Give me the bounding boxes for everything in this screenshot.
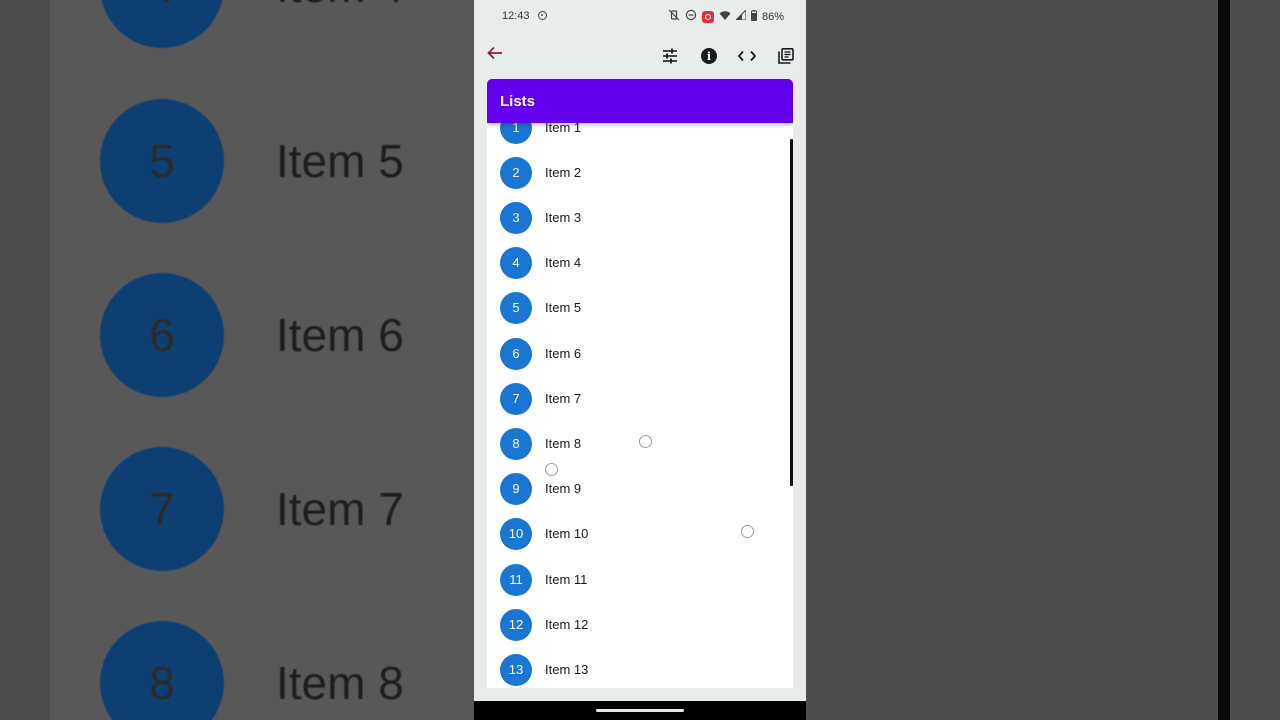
- info-button[interactable]: i: [698, 45, 720, 67]
- item-number-avatar: 10: [500, 517, 532, 550]
- code-button[interactable]: [736, 45, 758, 67]
- list-item[interactable]: 7 Item 7: [487, 376, 793, 421]
- bg-row: 6 Item 6: [100, 273, 404, 397]
- item-number-avatar: 13: [500, 653, 532, 686]
- list-item[interactable]: 2 Item 2: [487, 150, 793, 195]
- touch-indicator-icon: [545, 463, 558, 476]
- item-label: Item 6: [545, 346, 582, 361]
- list-header-title: Lists: [487, 79, 793, 123]
- item-label: Item 13: [545, 662, 589, 677]
- signal-icon: [734, 8, 747, 23]
- code-icon: [738, 50, 756, 62]
- vibrate-off-icon: [668, 9, 680, 24]
- info-icon: i: [701, 48, 717, 64]
- status-icons: 86%: [668, 8, 784, 24]
- bg-row: 5 Item 5: [100, 99, 404, 223]
- item-number-avatar: 6: [500, 337, 532, 370]
- wifi-icon: [719, 10, 731, 24]
- bg-label: Item 7: [276, 483, 404, 535]
- bg-avatar: 8: [100, 621, 224, 720]
- bg-avatar: 7: [100, 447, 224, 571]
- status-bar: 12:43 86%: [474, 0, 806, 33]
- bg-avatar: 5: [100, 99, 224, 223]
- zoomed-background: 4 Item 4 5 Item 5 6 Item 6 7 Item 7 8 It…: [50, 0, 474, 720]
- back-button[interactable]: [486, 44, 508, 66]
- navigation-bar: [474, 701, 806, 720]
- item-label: Item 4: [545, 255, 582, 270]
- item-number-avatar: 9: [500, 472, 532, 505]
- bg-row: 8 Item 8: [100, 621, 404, 720]
- touch-indicator-icon: [741, 525, 754, 538]
- item-label: Item 10: [545, 526, 589, 541]
- item-number-avatar: 12: [500, 608, 532, 641]
- item-label: Item 9: [545, 481, 582, 496]
- battery-percent: 86%: [761, 10, 784, 23]
- arrow-left-icon: [487, 46, 502, 60]
- background-edge: [1218, 0, 1230, 720]
- screen-record-icon: [701, 10, 714, 23]
- list-item[interactable]: 4 Item 4: [487, 240, 793, 285]
- item-label: Item 3: [545, 210, 582, 225]
- item-label: Item 8: [545, 436, 582, 451]
- bg-label: Item 5: [276, 135, 404, 187]
- bg-avatar: 4: [100, 0, 224, 48]
- list-item[interactable]: 9 Item 9: [487, 466, 793, 511]
- status-time: 12:43: [502, 10, 530, 22]
- item-number-avatar: 7: [500, 382, 532, 415]
- item-label: Item 12: [545, 617, 589, 632]
- list-item[interactable]: 3 Item 3: [487, 195, 793, 240]
- bg-row: 7 Item 7: [100, 447, 404, 571]
- item-number-avatar: 5: [500, 291, 532, 324]
- item-label: Item 11: [545, 572, 588, 587]
- bg-label: Item 4: [276, 0, 404, 13]
- list-item[interactable]: 6 Item 6: [487, 331, 793, 376]
- tune-button[interactable]: [659, 45, 681, 67]
- item-number-avatar: 2: [500, 156, 532, 189]
- library-books-icon: [778, 48, 794, 64]
- item-label: Item 5: [545, 300, 582, 315]
- list-item[interactable]: 12 Item 12: [487, 602, 793, 647]
- bg-label: Item 8: [276, 657, 404, 709]
- library-books-button[interactable]: [775, 45, 797, 67]
- home-gesture-handle[interactable]: [596, 709, 684, 712]
- item-label: Item 7: [545, 391, 582, 406]
- list-item[interactable]: 13 Item 13: [487, 647, 793, 688]
- item-number-avatar: 3: [500, 201, 532, 234]
- item-number-avatar: 4: [500, 246, 532, 279]
- list-item[interactable]: 5 Item 5: [487, 285, 793, 330]
- item-number-avatar: 8: [500, 427, 532, 460]
- item-number-avatar: 11: [500, 563, 532, 596]
- list-item[interactable]: 11 Item 11: [487, 557, 793, 602]
- battery-icon: [750, 9, 757, 24]
- app-bar: i: [474, 33, 806, 79]
- do-not-disturb-icon: [685, 9, 697, 24]
- list-card: Lists 1 Item 1 2 Item 2 3 Item 3 4 Item …: [487, 79, 793, 688]
- bg-row: 4 Item 4: [100, 0, 404, 48]
- notification-dot-icon: [538, 11, 547, 20]
- bg-avatar: 6: [100, 273, 224, 397]
- phone-screen: 12:43 86% i Lists 1 Item 1 2 Item 2 3 It…: [474, 0, 806, 720]
- bg-label: Item 6: [276, 309, 404, 361]
- scrollbar[interactable]: [790, 139, 793, 486]
- item-label: Item 2: [545, 165, 582, 180]
- touch-indicator-icon: [639, 435, 652, 448]
- tune-icon: [663, 48, 677, 64]
